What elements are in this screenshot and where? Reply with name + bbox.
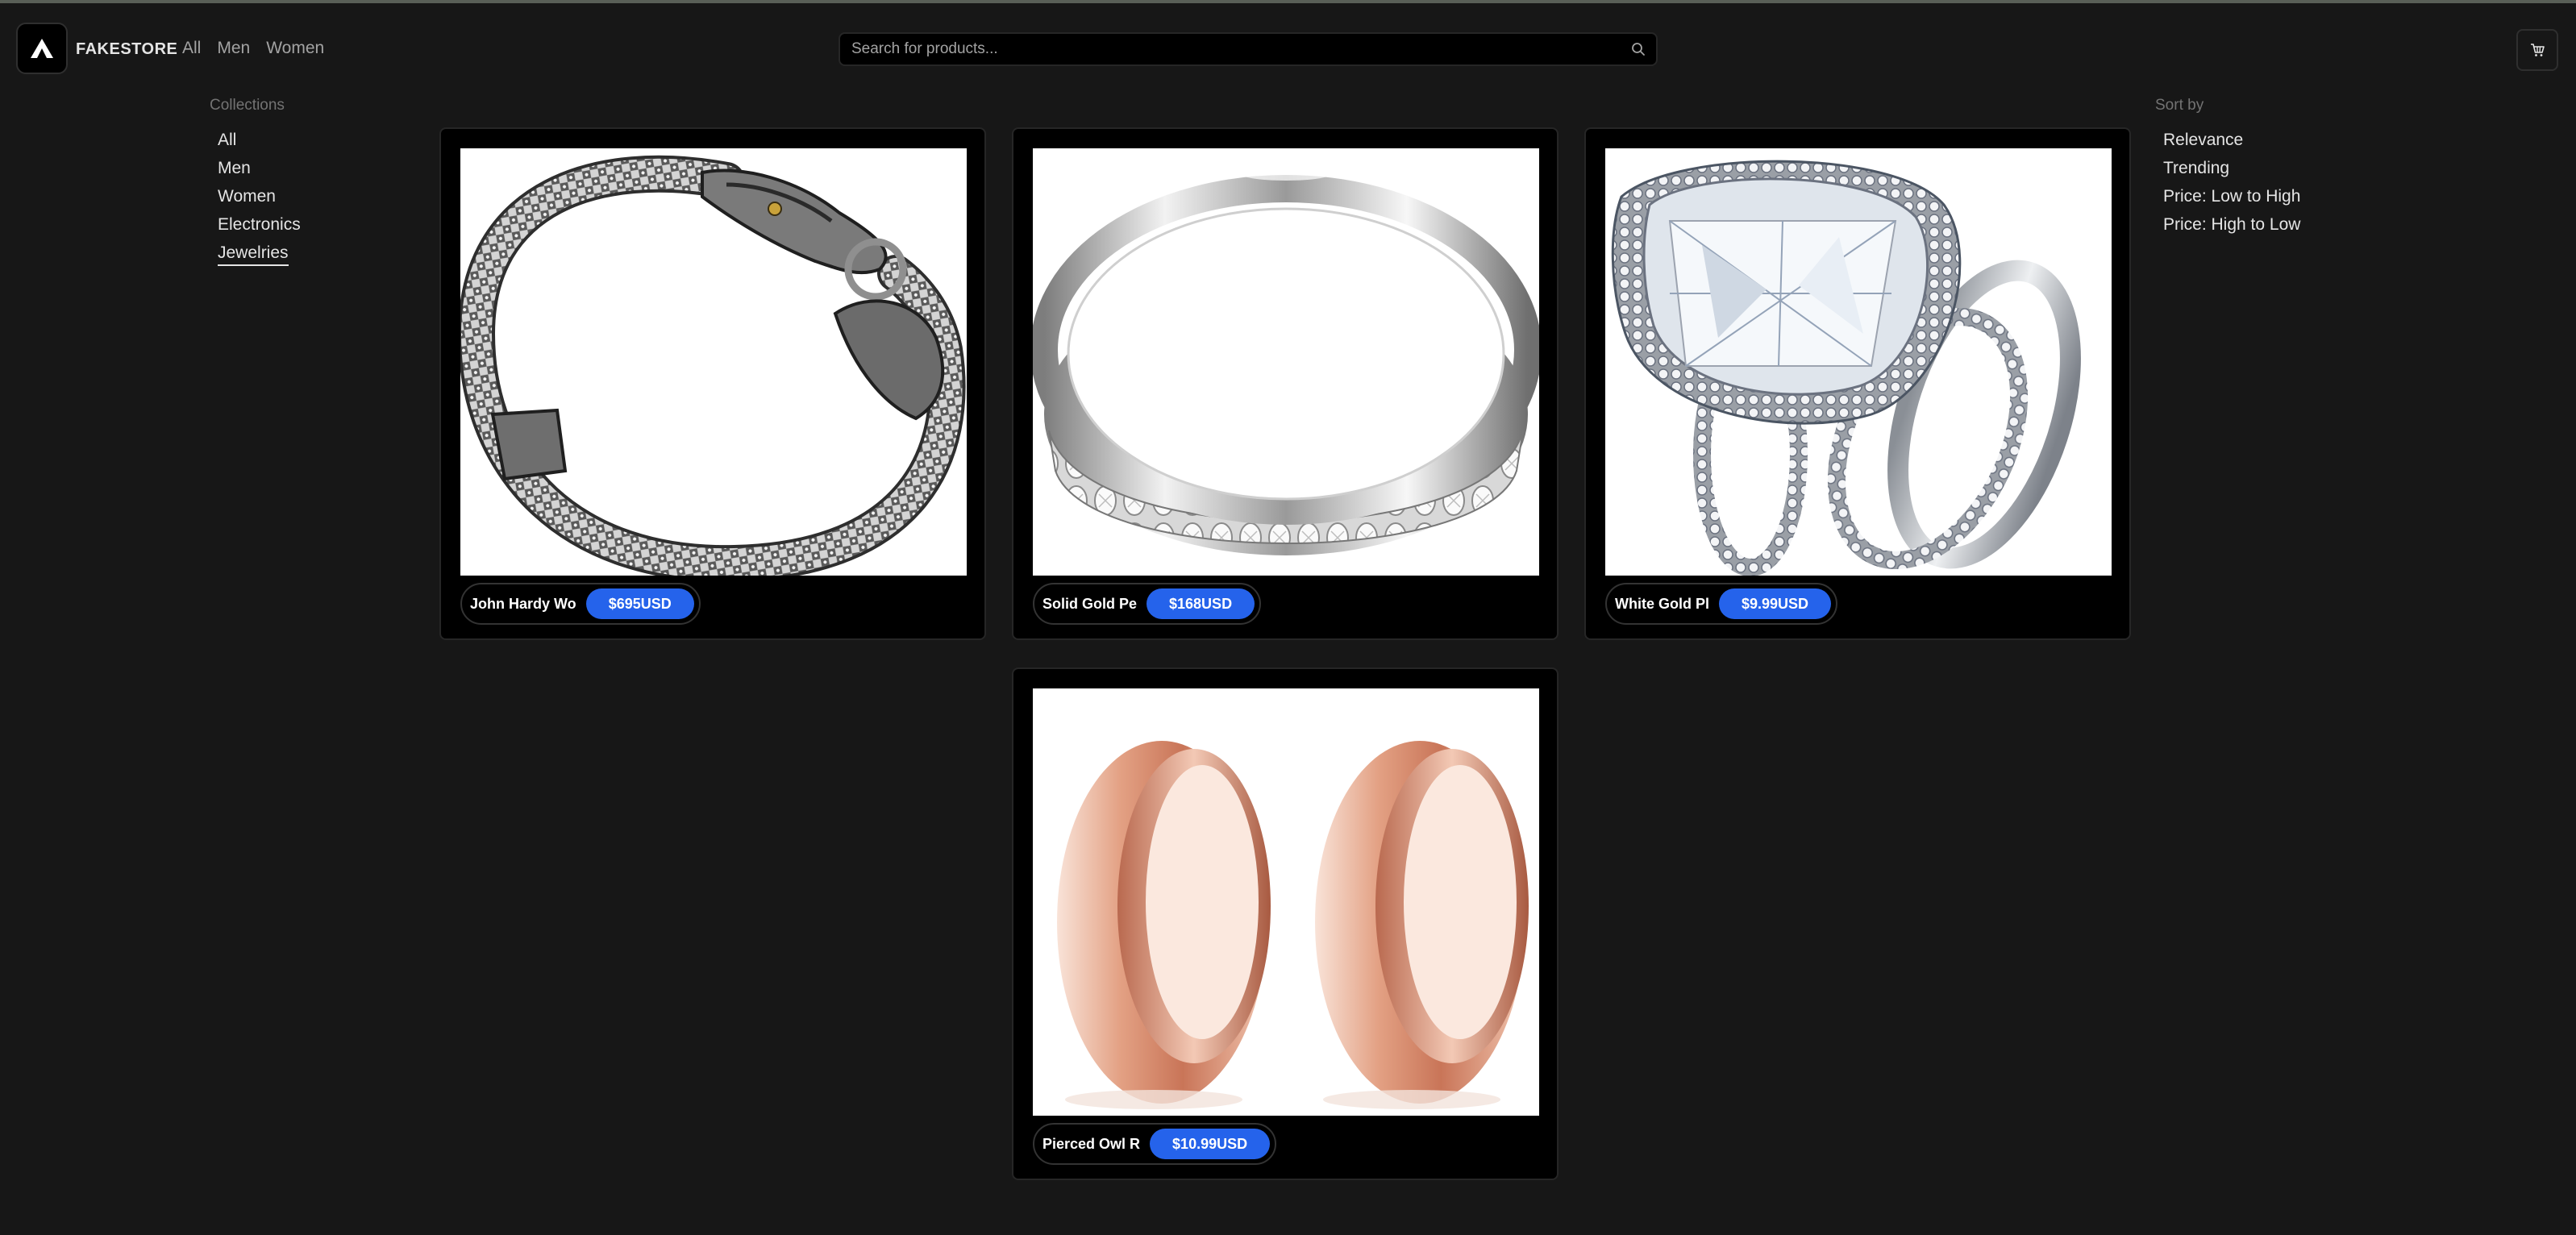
collection-label: All <box>218 131 237 149</box>
sort-item-relevance[interactable]: Relevance <box>2155 131 2365 159</box>
sort-item-price-low-high[interactable]: Price: Low to High <box>2155 187 2365 215</box>
product-image-bracelet[interactable] <box>460 148 967 576</box>
collection-label: Electronics <box>218 215 301 234</box>
search-bar <box>839 32 1658 66</box>
product-card[interactable]: Pierced Owl R $10.99USD <box>1012 667 1559 1180</box>
sort-heading: Sort by <box>2155 97 2204 114</box>
collection-label-active: Jewelries <box>218 243 289 266</box>
sort-label: Relevance <box>2163 131 2244 149</box>
product-label: John Hardy Wo $695USD <box>460 583 701 625</box>
product-image-ear-tunnels[interactable] <box>1033 688 1539 1116</box>
collection-item-all[interactable]: All <box>210 131 403 159</box>
product-title: John Hardy Wo <box>470 595 576 612</box>
brand-name[interactable]: FAKESTORE <box>76 40 177 59</box>
search-input[interactable] <box>840 34 1621 64</box>
product-title: White Gold Pl <box>1615 595 1709 612</box>
price-badge: $10.99USD <box>1150 1129 1271 1159</box>
product-image-ring[interactable] <box>1033 148 1539 576</box>
nav-link-all[interactable]: All <box>182 39 201 58</box>
product-label: White Gold Pl $9.99USD <box>1605 583 1838 625</box>
main-nav: All Men Women <box>182 39 324 58</box>
collections-list: All Men Women Electronics Jewelries <box>210 131 403 272</box>
store-logo-button[interactable] <box>16 23 68 74</box>
sort-sidebar: Sort by Relevance Trending Price: Low to… <box>2155 97 2365 243</box>
search-icon <box>1632 43 1645 56</box>
price-badge: $9.99USD <box>1719 588 1832 619</box>
product-image-wedding-ring-set[interactable] <box>1605 148 2112 576</box>
sort-label: Price: High to Low <box>2163 215 2301 234</box>
product-card[interactable]: Solid Gold Pe $168USD <box>1012 127 1559 640</box>
sort-item-trending[interactable]: Trending <box>2155 159 2365 187</box>
price-badge: $168USD <box>1147 588 1255 619</box>
product-card[interactable]: White Gold Pl $9.99USD <box>1584 127 2131 640</box>
collection-label: Women <box>218 187 276 206</box>
collections-heading: Collections <box>210 97 285 114</box>
collection-item-men[interactable]: Men <box>210 159 403 187</box>
sort-item-price-high-low[interactable]: Price: High to Low <box>2155 215 2365 243</box>
price-badge: $695USD <box>585 588 694 619</box>
product-label: Pierced Owl R $10.99USD <box>1033 1123 1277 1165</box>
collection-item-women[interactable]: Women <box>210 187 403 215</box>
sort-list: Relevance Trending Price: Low to High Pr… <box>2155 131 2365 243</box>
nav-link-women[interactable]: Women <box>266 39 324 58</box>
sort-label: Trending <box>2163 159 2230 177</box>
product-card[interactable]: John Hardy Wo $695USD <box>439 127 986 640</box>
product-title: Solid Gold Pe <box>1042 595 1138 612</box>
collection-item-jewelries[interactable]: Jewelries <box>210 243 403 272</box>
collection-item-electronics[interactable]: Electronics <box>210 215 403 243</box>
collections-sidebar: Collections All Men Women Electronics Je… <box>210 97 403 272</box>
product-title: Pierced Owl R <box>1042 1135 1141 1152</box>
product-label: Solid Gold Pe $168USD <box>1033 583 1262 625</box>
collection-label: Men <box>218 159 251 177</box>
sort-label: Price: Low to High <box>2163 187 2301 206</box>
nav-link-men[interactable]: Men <box>217 39 250 58</box>
triangle-logo-icon <box>31 39 53 58</box>
top-navbar: FAKESTORE All Men Women <box>0 3 2576 90</box>
search-button[interactable] <box>1621 34 1656 64</box>
shopping-cart-icon <box>2531 44 2545 56</box>
cart-button[interactable] <box>2516 29 2558 71</box>
